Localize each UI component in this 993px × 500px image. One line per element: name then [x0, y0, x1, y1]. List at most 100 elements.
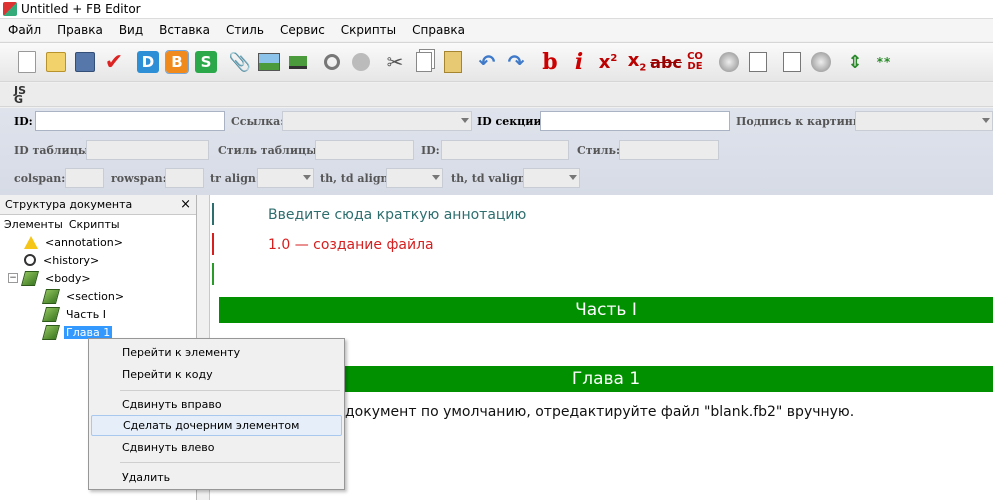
menu-view[interactable]: Вид	[111, 23, 151, 37]
shift-right-item[interactable]: Сдвинуть вправо	[91, 394, 342, 415]
go-to-code-item[interactable]: Перейти к коду	[91, 364, 342, 385]
code-button[interactable]: CO DE	[682, 49, 708, 75]
strikethrough-icon: abc	[650, 52, 682, 72]
body-paragraph[interactable]: документ по умолчанию, отредактируйте фа…	[345, 404, 854, 420]
subscript-button[interactable]: x2	[624, 49, 650, 75]
add-title-button[interactable]	[716, 49, 742, 75]
table-style-label: Стиль таблицы:	[218, 144, 322, 157]
menu-divider	[120, 390, 340, 391]
bold-button[interactable]: b	[537, 49, 563, 75]
tree-node-history[interactable]: <history>	[24, 251, 101, 269]
thtd-valign-label: th, td valign:	[451, 172, 530, 185]
caption-select[interactable]	[855, 111, 993, 131]
id-input[interactable]	[35, 111, 225, 131]
tree-node-label: <section>	[66, 289, 125, 303]
new-document-button[interactable]	[14, 49, 40, 75]
tree-node-label: <history>	[43, 253, 100, 267]
close-icon[interactable]: ×	[180, 197, 191, 212]
validate-button[interactable]: ✔	[101, 49, 127, 75]
attach-button[interactable]: 📎	[227, 49, 253, 75]
description-view-button[interactable]: D	[135, 49, 161, 75]
id-label: ID:	[14, 115, 33, 128]
save-disk-icon	[75, 52, 95, 72]
context-menu: Перейти к элементу Перейти к коду Сдвину…	[88, 338, 345, 490]
d-letter-icon: D	[137, 51, 159, 73]
tab-elements[interactable]: Элементы	[4, 218, 63, 231]
strikethrough-button[interactable]: abc	[650, 49, 682, 75]
superscript-button[interactable]: x2	[595, 49, 621, 75]
panel-title: Структура документа	[5, 198, 133, 211]
find-button[interactable]	[319, 49, 345, 75]
remove-format-icon	[783, 52, 801, 72]
remove-format-button[interactable]	[779, 49, 805, 75]
replace-button[interactable]	[348, 49, 374, 75]
b-letter-icon: B	[165, 50, 189, 74]
undo-button[interactable]: ↶	[474, 49, 500, 75]
collapse-icon[interactable]: −	[8, 273, 18, 283]
shift-left-item[interactable]: Сдвинуть влево	[91, 437, 342, 458]
section-id-input[interactable]	[540, 111, 730, 131]
paste-icon	[444, 51, 462, 73]
menu-help[interactable]: Справка	[404, 23, 473, 37]
table-id-label: ID таблицы:	[14, 144, 93, 157]
more-button[interactable]: **	[871, 49, 897, 75]
menu-style[interactable]: Стиль	[218, 23, 272, 37]
subscript-icon: x2	[627, 50, 647, 74]
image-icon	[258, 53, 280, 71]
paste-button[interactable]	[440, 49, 466, 75]
link-select[interactable]	[282, 111, 472, 131]
code-icon: CO DE	[687, 51, 703, 72]
chevron-down-icon	[432, 175, 440, 180]
tr-align-select[interactable]	[257, 168, 314, 188]
tree-node-part[interactable]: Часть I	[41, 305, 108, 323]
redo-button[interactable]: ↷	[503, 49, 529, 75]
thtd-align-select[interactable]	[386, 168, 443, 188]
style-input[interactable]	[619, 140, 719, 160]
panel-header: Структура документа ×	[0, 195, 196, 215]
open-button[interactable]	[43, 49, 69, 75]
source-view-button[interactable]: S	[193, 49, 219, 75]
table-id-input[interactable]	[86, 140, 209, 160]
body-view-button[interactable]: B	[164, 49, 190, 75]
id2-input[interactable]	[441, 140, 569, 160]
menu-insert[interactable]: Вставка	[151, 23, 218, 37]
part-title[interactable]: Часть I	[219, 297, 993, 323]
menu-service[interactable]: Сервис	[272, 23, 333, 37]
book-icon	[41, 306, 61, 322]
cut-button[interactable]: ✂	[382, 49, 408, 75]
style-label: Стиль:	[577, 144, 621, 157]
merge-button[interactable]: ⇕	[842, 49, 868, 75]
menu-edit[interactable]: Правка	[49, 23, 111, 37]
add-note-button[interactable]	[745, 49, 771, 75]
annotation-text[interactable]: Введите сюда краткую аннотацию	[268, 207, 526, 223]
rowspan-input[interactable]	[165, 168, 204, 188]
colspan-input[interactable]	[65, 168, 104, 188]
tree-node-body[interactable]: − <body>	[8, 269, 93, 287]
table-style-input[interactable]	[315, 140, 414, 160]
save-button[interactable]	[72, 49, 98, 75]
italic-button[interactable]: i	[566, 49, 592, 75]
thtd-align-label: th, td align:	[320, 172, 393, 185]
menu-file[interactable]: Файл	[0, 23, 49, 37]
tab-scripts[interactable]: Скрипты	[69, 218, 120, 231]
make-child-item[interactable]: Сделать дочерним элементом	[91, 415, 342, 436]
chevron-down-icon	[303, 175, 311, 180]
menu-scripts[interactable]: Скрипты	[333, 23, 404, 37]
settings-button[interactable]	[808, 49, 834, 75]
window-title: Untitled + FB Editor	[21, 2, 141, 16]
delete-item[interactable]: Удалить	[91, 467, 342, 488]
thtd-valign-select[interactable]	[523, 168, 580, 188]
tree-node-label: <annotation>	[45, 235, 123, 249]
run-script-button[interactable]: JS G	[14, 85, 26, 105]
tree-node-annotation[interactable]: <annotation>	[24, 233, 125, 251]
properties-panel: ID: Ссылка: ID секции: Подпись к картинк…	[0, 108, 993, 196]
go-to-element-item[interactable]: Перейти к элементу	[91, 342, 342, 363]
clock-icon	[24, 254, 36, 266]
bold-icon: b	[542, 49, 558, 75]
insert-inline-image-button[interactable]	[285, 49, 311, 75]
insert-image-button[interactable]	[256, 49, 282, 75]
copy-button[interactable]	[411, 49, 437, 75]
tree-node-section[interactable]: <section>	[41, 287, 126, 305]
history-text[interactable]: 1.0 — создание файла	[268, 237, 434, 253]
superscript-icon: x2	[598, 51, 618, 73]
